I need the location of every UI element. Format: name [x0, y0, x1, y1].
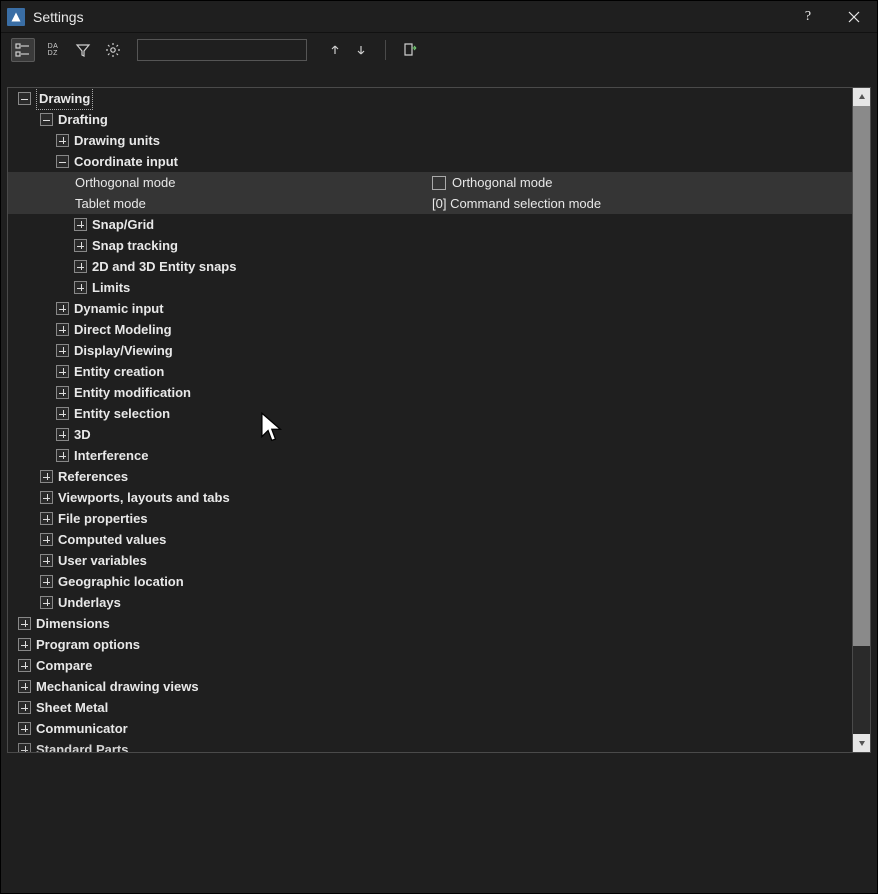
expand-icon[interactable]	[56, 323, 69, 336]
tree-node-entity-creation[interactable]: Entity creation	[8, 361, 852, 382]
title-bar: Settings ?	[1, 1, 877, 33]
expand-icon[interactable]	[40, 575, 53, 588]
expand-icon[interactable]	[56, 386, 69, 399]
tree-node-3d[interactable]: 3D	[8, 424, 852, 445]
expand-icon[interactable]	[18, 680, 31, 693]
tree-node-sheet-metal[interactable]: Sheet Metal	[8, 697, 852, 718]
settings-gear-button[interactable]	[101, 38, 125, 62]
tree-node-underlays[interactable]: Underlays	[8, 592, 852, 613]
prop-name: Orthogonal mode	[8, 172, 432, 193]
tree-node-dynamic-input[interactable]: Dynamic input	[8, 298, 852, 319]
expand-icon[interactable]	[74, 239, 87, 252]
expand-icon[interactable]	[56, 302, 69, 315]
expand-icon[interactable]	[40, 512, 53, 525]
prop-row-tablet-mode[interactable]: Tablet mode [0] Command selection mode	[8, 193, 852, 214]
expand-icon[interactable]	[18, 659, 31, 672]
collapse-icon[interactable]	[40, 113, 53, 126]
tree-node-entity-selection[interactable]: Entity selection	[8, 403, 852, 424]
toolbar-separator	[385, 40, 386, 60]
orthogonal-mode-checkbox[interactable]	[432, 176, 446, 190]
expand-icon[interactable]	[40, 596, 53, 609]
tree-node-entity-modification[interactable]: Entity modification	[8, 382, 852, 403]
prev-result-button[interactable]	[323, 38, 347, 62]
tree-node-entity-snaps[interactable]: 2D and 3D Entity snaps	[8, 256, 852, 277]
tree-node-snap-tracking[interactable]: Snap tracking	[8, 235, 852, 256]
expand-icon[interactable]	[56, 407, 69, 420]
tree-node-compare[interactable]: Compare	[8, 655, 852, 676]
expand-icon[interactable]	[56, 428, 69, 441]
tree-node-display-viewing[interactable]: Display/Viewing	[8, 340, 852, 361]
search-input[interactable]	[137, 39, 307, 61]
tree-node-user-variables[interactable]: User variables	[8, 550, 852, 571]
tree-node-snap-grid[interactable]: Snap/Grid	[8, 214, 852, 235]
settings-tree-panel: Drawing Drafting Drawing units Coordinat…	[7, 87, 871, 753]
expand-icon[interactable]	[74, 281, 87, 294]
prop-value-text: [0] Command selection mode	[432, 193, 601, 214]
collapse-icon[interactable]	[18, 92, 31, 105]
tree-node-references[interactable]: References	[8, 466, 852, 487]
export-button[interactable]	[398, 38, 422, 62]
expand-icon[interactable]	[40, 554, 53, 567]
vertical-scrollbar[interactable]	[852, 88, 870, 752]
tree-node-direct-modeling[interactable]: Direct Modeling	[8, 319, 852, 340]
view-tree-button[interactable]	[11, 38, 35, 62]
tree-node-interference[interactable]: Interference	[8, 445, 852, 466]
tree-node-computed-values[interactable]: Computed values	[8, 529, 852, 550]
tree-node-geographic-location[interactable]: Geographic location	[8, 571, 852, 592]
collapse-icon[interactable]	[56, 155, 69, 168]
tree-node-drafting[interactable]: Drafting	[8, 109, 852, 130]
prop-value-text: Orthogonal mode	[452, 172, 552, 193]
scroll-thumb[interactable]	[853, 106, 870, 646]
tree-node-dimensions[interactable]: Dimensions	[8, 613, 852, 634]
settings-tree[interactable]: Drawing Drafting Drawing units Coordinat…	[8, 88, 852, 752]
expand-icon[interactable]	[40, 470, 53, 483]
tree-node-viewports[interactable]: Viewports, layouts and tabs	[8, 487, 852, 508]
window-title: Settings	[33, 9, 84, 25]
scroll-track[interactable]	[853, 106, 870, 734]
scroll-up-button[interactable]	[853, 88, 870, 106]
toolbar: DADZ	[1, 33, 877, 67]
filter-button[interactable]	[71, 38, 95, 62]
close-button[interactable]	[831, 1, 877, 33]
expand-icon[interactable]	[18, 743, 31, 752]
tree-node-drawing[interactable]: Drawing	[8, 88, 852, 109]
expand-icon[interactable]	[18, 722, 31, 735]
expand-icon[interactable]	[56, 449, 69, 462]
tree-node-program-options[interactable]: Program options	[8, 634, 852, 655]
help-button[interactable]: ?	[785, 1, 831, 33]
prop-row-orthogonal-mode[interactable]: Orthogonal mode Orthogonal mode	[8, 172, 852, 193]
expand-icon[interactable]	[56, 344, 69, 357]
tree-node-limits[interactable]: Limits	[8, 277, 852, 298]
tree-node-standard-parts[interactable]: Standard Parts	[8, 739, 852, 752]
expand-icon[interactable]	[56, 134, 69, 147]
scroll-down-button[interactable]	[853, 734, 870, 752]
tree-node-file-properties[interactable]: File properties	[8, 508, 852, 529]
tree-node-mechanical-drawing-views[interactable]: Mechanical drawing views	[8, 676, 852, 697]
prop-name: Tablet mode	[8, 193, 432, 214]
expand-icon[interactable]	[74, 260, 87, 273]
next-result-button[interactable]	[349, 38, 373, 62]
expand-icon[interactable]	[40, 491, 53, 504]
expand-icon[interactable]	[18, 701, 31, 714]
app-icon	[7, 8, 25, 26]
expand-icon[interactable]	[18, 638, 31, 651]
sort-button[interactable]: DADZ	[41, 38, 65, 62]
tree-node-communicator[interactable]: Communicator	[8, 718, 852, 739]
expand-icon[interactable]	[40, 533, 53, 546]
expand-icon[interactable]	[56, 365, 69, 378]
tree-node-coordinate-input[interactable]: Coordinate input	[8, 151, 852, 172]
tree-node-drawing-units[interactable]: Drawing units	[8, 130, 852, 151]
expand-icon[interactable]	[18, 617, 31, 630]
expand-icon[interactable]	[74, 218, 87, 231]
